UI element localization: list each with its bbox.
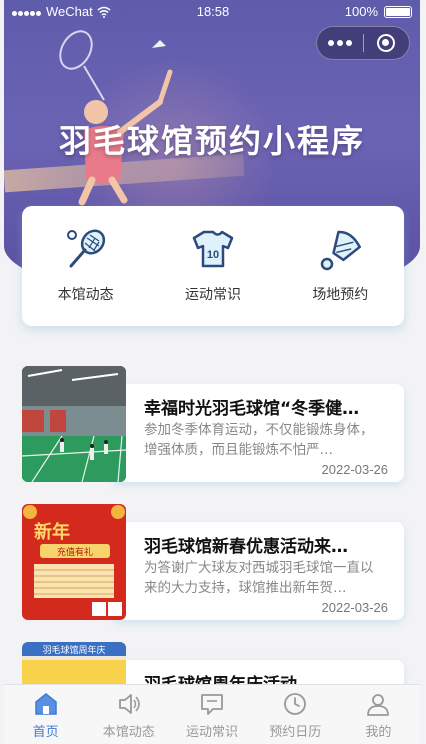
- close-miniprogram-icon[interactable]: [363, 34, 409, 52]
- clock-icon: [284, 693, 307, 715]
- tab-home[interactable]: 首页: [4, 685, 87, 744]
- news-thumbnail: [22, 366, 126, 482]
- banner-title: 羽毛球馆预约小程序: [58, 122, 365, 160]
- message-icon: [201, 694, 223, 715]
- miniprogram-capsule: [316, 26, 410, 60]
- tab-news[interactable]: 本馆动态: [87, 685, 170, 744]
- racket-icon: [66, 229, 105, 268]
- svg-text:10: 10: [207, 249, 219, 261]
- new-year-promo-poster: 新年 充值有礼: [22, 504, 126, 620]
- nav-item-label: 运动常识: [184, 287, 241, 303]
- nav-item-label: 本馆动态: [57, 287, 114, 303]
- badminton-hall-photo: [22, 366, 126, 482]
- news-item[interactable]: 幸福时光羽毛球馆“冬季健… 参加冬季体育运动，不仅能锻炼身体，增强体质，而且能锻…: [22, 366, 404, 482]
- poster-subtitle: 充值有礼: [57, 546, 93, 558]
- status-bar: WeChat 18:58 100%: [0, 0, 426, 24]
- tab-label: 本馆动态: [102, 725, 155, 740]
- battery-percent: 100%: [344, 4, 378, 19]
- speaker-icon: [118, 694, 140, 714]
- tab-label: 首页: [32, 725, 59, 740]
- jersey-icon: 10: [192, 230, 234, 268]
- shuttlecock-icon: [321, 230, 362, 271]
- tab-label: 预约日历: [269, 725, 322, 740]
- tab-calendar[interactable]: 预约日历: [254, 685, 337, 744]
- tab-knowledge[interactable]: 运动常识: [170, 685, 253, 744]
- news-item[interactable]: 新年 充值有礼 羽毛球馆新春优惠活动来… 为答谢广大球友对西城羽毛球馆一直以来的…: [22, 504, 404, 620]
- home-icon: [34, 693, 57, 715]
- bottom-tab-bar: 首页 本馆动态 运动常识 预约日历 我的: [4, 684, 420, 744]
- news-date: 2022-03-26: [321, 600, 389, 615]
- poster-banner-text: 羽毛球馆周年庆: [42, 644, 105, 656]
- battery-icon: [384, 5, 412, 18]
- news-description: 参加冬季体育运动，不仅能锻炼身体，增强体质，而且能锻炼不怕严…: [144, 422, 374, 458]
- nav-item-news[interactable]: 本馆动态: [22, 206, 149, 326]
- news-description: 为答谢广大球友对西城羽毛球馆一直以来的大力支持，球馆推出新年贺…: [144, 560, 374, 596]
- news-title: 幸福时光羽毛球馆“冬季健…: [144, 399, 360, 419]
- tab-label: 我的: [365, 725, 392, 740]
- quick-nav-card: 本馆动态 10 运动常识 场地预约: [22, 206, 404, 326]
- news-thumbnail: 新年 充值有礼: [22, 504, 126, 620]
- user-icon: [367, 694, 390, 716]
- news-title: 羽毛球馆新春优惠活动来…: [144, 537, 348, 557]
- tab-label: 运动常识: [186, 725, 239, 740]
- tab-mine[interactable]: 我的: [337, 685, 420, 744]
- badminton-player-illustration: [59, 30, 173, 206]
- nav-item-knowledge[interactable]: 10 运动常识: [149, 206, 276, 326]
- poster-headline: 新年: [34, 521, 70, 543]
- nav-item-label: 场地预约: [312, 287, 369, 303]
- more-menu-icon[interactable]: [317, 40, 363, 46]
- news-date: 2022-03-26: [321, 462, 389, 477]
- nav-item-booking[interactable]: 场地预约: [277, 206, 404, 326]
